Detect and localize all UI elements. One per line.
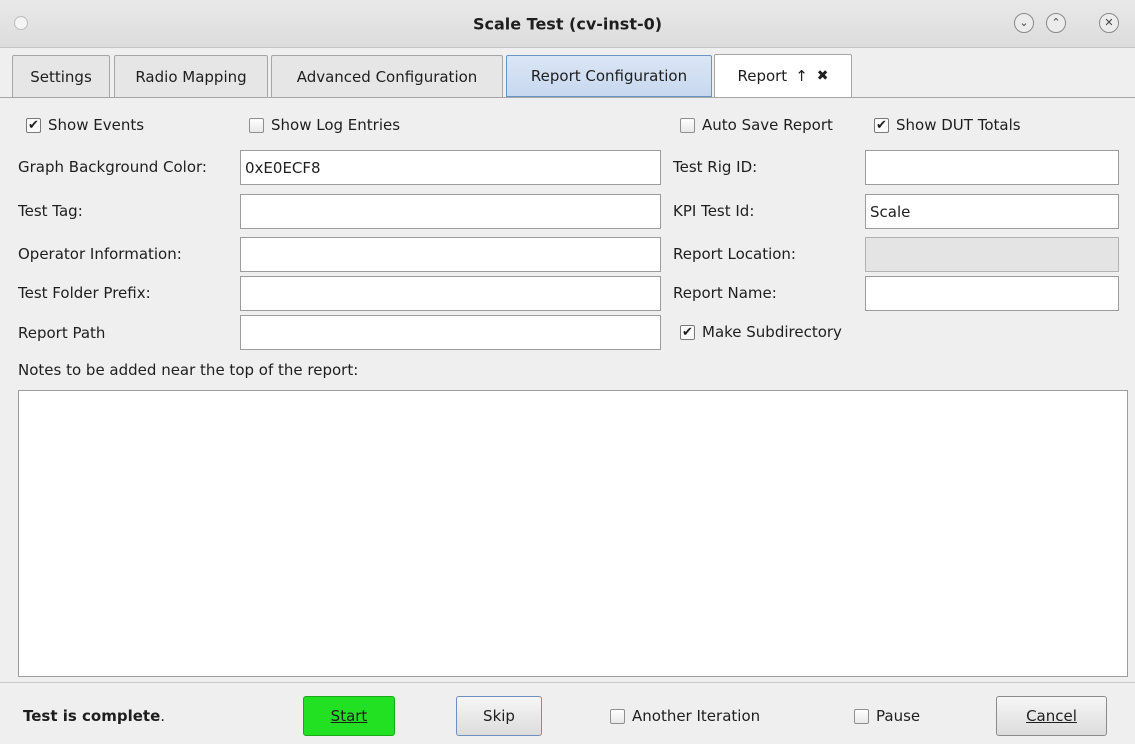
checkbox-label: Another Iteration (632, 707, 761, 725)
status-suffix: . (160, 707, 166, 725)
start-button-label: Start (330, 707, 368, 725)
checkbox-checked-icon: ✔ (26, 117, 41, 133)
operator-info-input[interactable] (240, 237, 661, 272)
report-name-label: Report Name: (673, 284, 777, 302)
checkbox-checked-icon: ✔ (680, 324, 695, 340)
checkbox-label: Auto Save Report (702, 116, 833, 134)
checkbox-label: Pause (876, 707, 921, 725)
tab-label: Advanced Configuration (296, 67, 478, 86)
auto-save-report-checkbox[interactable]: Auto Save Report (680, 116, 833, 134)
start-button[interactable]: Start (303, 696, 395, 736)
tab-report-configuration[interactable]: Report Configuration (506, 55, 712, 97)
report-path-label: Report Path (18, 324, 106, 342)
bottom-bar: Test is complete. Start Skip Another Ite… (0, 682, 1135, 744)
checkbox-checked-icon: ✔ (874, 117, 889, 133)
kpi-test-id-input[interactable] (865, 194, 1119, 229)
operator-info-label: Operator Information: (18, 245, 182, 263)
close-icon[interactable]: ✕ (1099, 13, 1119, 33)
test-tag-input[interactable] (240, 194, 661, 229)
graph-bg-color-input[interactable] (240, 150, 661, 185)
status-message: Test is complete (23, 707, 161, 725)
tab-label: Report Configuration (530, 67, 688, 85)
checkbox-unchecked-icon (610, 708, 625, 724)
status-text: Test is complete. (23, 707, 165, 725)
test-tag-label: Test Tag: (18, 202, 83, 220)
up-arrow-icon: ↑ (795, 67, 808, 85)
skip-button[interactable]: Skip (456, 696, 542, 736)
checkbox-label: Show Events (48, 116, 145, 134)
graph-bg-color-label: Graph Background Color: (18, 158, 207, 176)
test-rig-id-input[interactable] (865, 150, 1119, 185)
checkbox-label: Make Subdirectory (702, 323, 842, 341)
checkbox-label: Show DUT Totals (896, 116, 1021, 134)
tab-report[interactable]: Report ↑ ✖ (714, 54, 852, 97)
tab-label: Report (737, 67, 788, 85)
cancel-button[interactable]: Cancel (996, 696, 1107, 736)
notes-textarea[interactable] (18, 390, 1128, 677)
checkbox-unchecked-icon (249, 117, 264, 133)
checkbox-unchecked-icon (680, 117, 695, 133)
window-titlebar: Scale Test (cv-inst-0) ⌄ ⌃ ✕ (0, 0, 1135, 48)
kpi-test-id-label: KPI Test Id: (673, 202, 755, 220)
report-location-label: Report Location: (673, 245, 796, 263)
show-events-checkbox[interactable]: ✔ Show Events (26, 116, 144, 134)
tab-bar: Settings Radio Mapping Advanced Configur… (0, 48, 1135, 98)
minimize-icon[interactable]: ⌄ (1014, 13, 1034, 33)
show-log-entries-checkbox[interactable]: Show Log Entries (249, 116, 400, 134)
skip-button-label: Skip (483, 707, 515, 725)
cancel-button-label: Cancel (1026, 707, 1077, 725)
checkbox-label: Show Log Entries (271, 116, 401, 134)
tab-advanced-configuration[interactable]: Advanced Configuration (271, 55, 503, 97)
report-location-input (865, 237, 1119, 272)
tab-label: Settings (30, 67, 92, 86)
window-title: Scale Test (cv-inst-0) (472, 14, 663, 34)
test-folder-prefix-input[interactable] (240, 276, 661, 311)
tab-label: Radio Mapping (135, 67, 247, 86)
maximize-icon[interactable]: ⌃ (1046, 13, 1066, 33)
report-path-input[interactable] (240, 315, 661, 350)
test-folder-prefix-label: Test Folder Prefix: (18, 284, 151, 302)
report-name-input[interactable] (865, 276, 1119, 311)
notes-label: Notes to be added near the top of the re… (18, 361, 359, 379)
test-rig-id-label: Test Rig ID: (673, 158, 758, 176)
pause-checkbox[interactable]: Pause (854, 707, 920, 725)
make-subdirectory-checkbox[interactable]: ✔ Make Subdirectory (680, 323, 842, 341)
show-dut-totals-checkbox[interactable]: ✔ Show DUT Totals (874, 116, 1021, 134)
another-iteration-checkbox[interactable]: Another Iteration (610, 707, 760, 725)
checkbox-unchecked-icon (854, 708, 869, 724)
close-tab-icon[interactable]: ✖ (817, 68, 829, 84)
tab-settings[interactable]: Settings (12, 55, 110, 97)
tab-radio-mapping[interactable]: Radio Mapping (114, 55, 268, 97)
